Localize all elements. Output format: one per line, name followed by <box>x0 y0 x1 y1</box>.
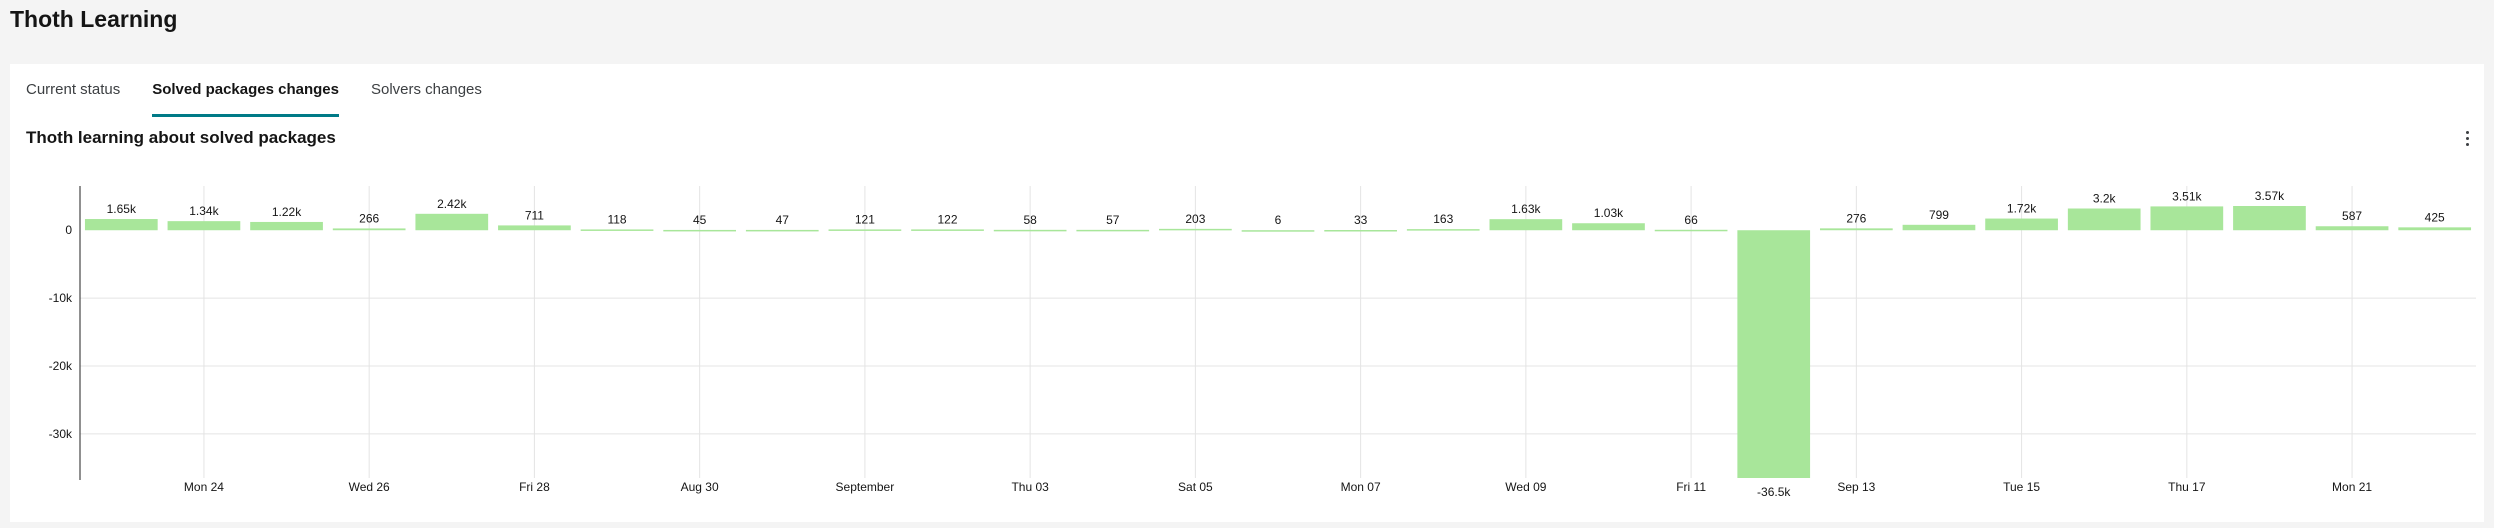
bar <box>498 225 571 231</box>
bar-value-label: 799 <box>1929 208 1949 222</box>
bar <box>1489 219 1563 231</box>
bar-value-label: 711 <box>525 208 544 222</box>
x-tick-label: Tue 15 <box>2003 480 2040 494</box>
y-tick-label: 0 <box>65 223 72 237</box>
bar <box>1076 229 1150 232</box>
x-tick-label: Thu 03 <box>1011 480 1049 494</box>
bar <box>1241 230 1315 232</box>
bar <box>745 229 819 232</box>
x-tick-label: Wed 09 <box>1505 480 1546 494</box>
bar <box>2150 206 2224 231</box>
bar-chart: 1.65k 1.34k 1.22k 266 2.42k 711 118 45 47 121 122 5… <box>49 186 2476 499</box>
bar <box>1737 230 1811 478</box>
bar <box>828 229 902 231</box>
bar <box>993 229 1067 232</box>
x-tick-label: Mon 21 <box>2332 480 2372 494</box>
bar <box>2233 206 2306 231</box>
bar-value-label: 2.42k <box>437 197 467 211</box>
x-tick-label: Sat 05 <box>1178 480 1213 494</box>
bar-value-label: -36.5k <box>1757 485 1791 499</box>
bar-value-label: 3.57k <box>2255 189 2285 203</box>
x-tick-label: Mon 24 <box>184 480 224 494</box>
bar <box>1902 224 1976 231</box>
bar <box>2398 227 2472 231</box>
bar <box>1819 228 1893 231</box>
bar-value-label: 47 <box>776 213 790 227</box>
bar <box>2067 208 2141 231</box>
y-tick-label: -20k <box>49 359 73 373</box>
bar-value-label: 203 <box>1185 212 1205 226</box>
bar-value-label: 276 <box>1846 211 1866 225</box>
bar-value-label: 1.22k <box>272 205 302 219</box>
bar-value-label: 121 <box>855 212 875 226</box>
bar-value-label: 1.63k <box>1511 202 1541 216</box>
bar-value-label: 122 <box>938 212 958 226</box>
bar <box>1985 218 2058 231</box>
bar <box>250 221 323 231</box>
x-tick-label: Mon 07 <box>1341 480 1381 494</box>
bar <box>663 229 737 232</box>
bar-value-label: 163 <box>1433 212 1453 226</box>
bar-value-label: 58 <box>1023 213 1037 227</box>
chart-card: Current status Solved packages changes S… <box>10 64 2484 522</box>
bar-value-label: 3.51k <box>2172 189 2202 203</box>
x-tick-label: Aug 30 <box>681 480 719 494</box>
bar <box>167 221 241 231</box>
bar-value-label: 57 <box>1106 213 1120 227</box>
bar-value-label: 425 <box>2425 210 2445 224</box>
bar-value-label: 3.2k <box>2093 192 2117 206</box>
bar-value-label: 45 <box>693 213 707 227</box>
bar <box>415 213 489 231</box>
bar-value-label: 1.03k <box>1594 206 1624 220</box>
bar <box>1159 228 1232 231</box>
y-tick-label: -10k <box>49 291 73 305</box>
bar-value-label: 6 <box>1275 213 1282 227</box>
bar-value-label: 1.65k <box>107 202 137 216</box>
x-tick-label: Wed 26 <box>349 480 390 494</box>
bar-value-label: 266 <box>359 211 379 225</box>
bar <box>1654 229 1728 232</box>
bar <box>1572 223 1645 231</box>
x-tick-label: Fri 11 <box>1676 480 1706 494</box>
bar <box>580 229 654 231</box>
bar-value-label: 587 <box>2342 209 2362 223</box>
bar-value-label: 33 <box>1354 213 1368 227</box>
bar <box>1406 229 1480 231</box>
app-title: Thoth Learning <box>10 6 178 32</box>
bar <box>911 229 984 231</box>
x-tick-label: Fri 28 <box>519 480 550 494</box>
x-tick-label: Sep 13 <box>1837 480 1875 494</box>
bar-value-label: 1.72k <box>2007 202 2037 216</box>
bar-value-label: 118 <box>607 212 626 226</box>
bar <box>332 228 406 231</box>
y-tick-label: -30k <box>49 427 73 441</box>
bar-value-label: 1.34k <box>189 204 219 218</box>
x-tick-label: Thu 17 <box>2168 480 2206 494</box>
bar <box>2315 226 2389 231</box>
bar <box>1324 230 1397 232</box>
x-tick-label: September <box>836 480 895 494</box>
bar-value-label: 66 <box>1684 213 1698 227</box>
bar <box>84 219 158 231</box>
